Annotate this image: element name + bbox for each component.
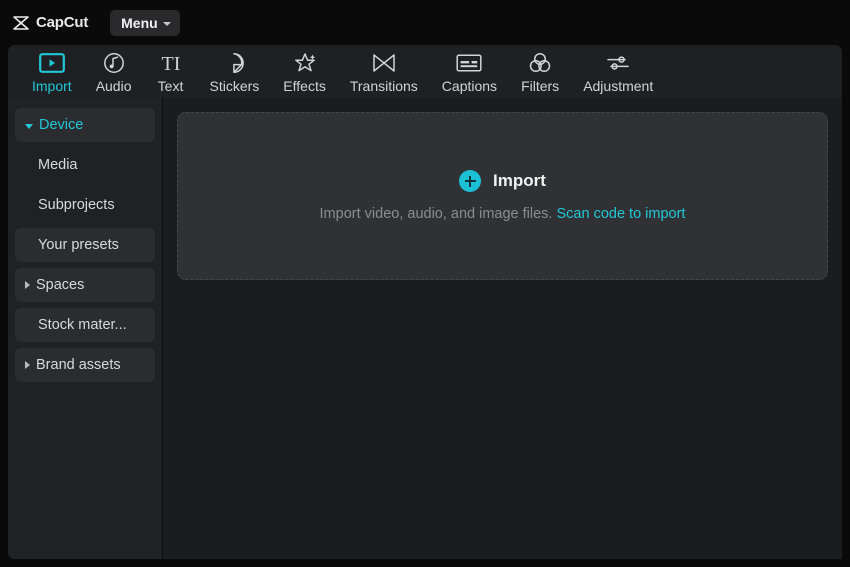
caret-right-icon: [25, 361, 30, 369]
chevron-down-icon: [162, 21, 171, 26]
sidebar-item-stock-materials[interactable]: Stock mater...: [15, 308, 155, 342]
plus-circle-icon[interactable]: [459, 170, 482, 192]
tab-stickers[interactable]: Stickers: [198, 45, 272, 94]
tab-adjustment-label: Adjustment: [583, 78, 654, 94]
title-bar: CapCut Menu: [0, 0, 850, 45]
main-toolbar: Import Audio TI Text Stickers Effects Tr…: [8, 45, 842, 98]
tab-effects[interactable]: Effects: [271, 45, 338, 94]
sidebar-item-brand-assets[interactable]: Brand assets: [15, 348, 155, 382]
tab-captions[interactable]: Captions: [430, 45, 509, 94]
sidebar-item-media[interactable]: Media: [15, 148, 155, 182]
sliders-icon: [605, 51, 631, 75]
sidebar-item-subprojects[interactable]: Subprojects: [15, 188, 155, 222]
captions-box-icon: [456, 51, 482, 75]
transition-bowtie-icon: [371, 51, 397, 75]
import-dropzone-subtitle: Import video, audio, and image files. Sc…: [320, 206, 686, 222]
sidebar-item-subprojects-label: Subprojects: [38, 197, 115, 213]
caret-down-icon: [25, 123, 33, 129]
tab-captions-label: Captions: [441, 78, 498, 94]
import-play-frame-icon: [38, 51, 65, 75]
menu-button-label: Menu: [121, 14, 158, 31]
tab-transitions-label: Transitions: [349, 78, 418, 94]
sidebar-item-spaces[interactable]: Spaces: [15, 268, 155, 302]
tab-filters[interactable]: Filters: [509, 45, 571, 94]
sidebar-item-your-presets-label: Your presets: [38, 237, 119, 253]
sidebar-item-stock-materials-label: Stock mater...: [38, 317, 127, 333]
text-ti-icon: TI: [156, 51, 186, 75]
import-dropzone-subtitle-text: Import video, audio, and image files.: [319, 206, 553, 222]
tab-import[interactable]: Import: [20, 45, 84, 94]
editor-body: Device Media Subprojects Your presets Sp…: [8, 98, 842, 559]
tab-audio-label: Audio: [95, 78, 132, 94]
sidebar-item-device-label: Device: [39, 117, 84, 133]
caret-right-icon: [25, 281, 30, 289]
menu-button[interactable]: Menu: [110, 9, 180, 36]
brand-name: CapCut: [36, 14, 89, 31]
tab-effects-label: Effects: [283, 78, 326, 94]
import-dropzone[interactable]: Import Import video, audio, and image fi…: [177, 112, 828, 280]
library-sidebar: Device Media Subprojects Your presets Sp…: [8, 98, 162, 559]
tab-adjustment[interactable]: Adjustment: [571, 45, 665, 94]
sticker-peel-icon: [222, 51, 246, 75]
tab-text-label: Text: [157, 78, 184, 94]
sidebar-item-spaces-label: Spaces: [36, 277, 85, 293]
tab-stickers-label: Stickers: [209, 78, 260, 94]
sparkle-star-icon: [292, 51, 318, 75]
media-panel: Import Import video, audio, and image fi…: [163, 98, 842, 559]
filters-three-circles-icon: [527, 51, 553, 75]
tab-transitions[interactable]: Transitions: [338, 45, 430, 94]
tab-audio[interactable]: Audio: [84, 45, 144, 94]
tab-import-label: Import: [32, 78, 72, 94]
sidebar-item-brand-assets-label: Brand assets: [36, 357, 121, 373]
sidebar-item-media-label: Media: [38, 157, 78, 173]
import-dropzone-title: Import: [493, 171, 546, 190]
brand: CapCut: [12, 14, 88, 31]
capcut-logo-icon: [12, 15, 30, 31]
sidebar-item-device[interactable]: Device: [15, 108, 155, 142]
music-note-circle-icon: [102, 51, 126, 75]
import-dropzone-heading: Import: [459, 170, 546, 192]
svg-text:TI: TI: [161, 53, 180, 74]
tab-text[interactable]: TI Text: [144, 45, 198, 94]
scan-code-to-import-link[interactable]: Scan code to import: [557, 206, 686, 222]
capcut-window: CapCut Menu Import Audio TI Text Sticker…: [0, 0, 850, 567]
sidebar-item-your-presets[interactable]: Your presets: [15, 228, 155, 262]
tab-filters-label: Filters: [521, 78, 560, 94]
